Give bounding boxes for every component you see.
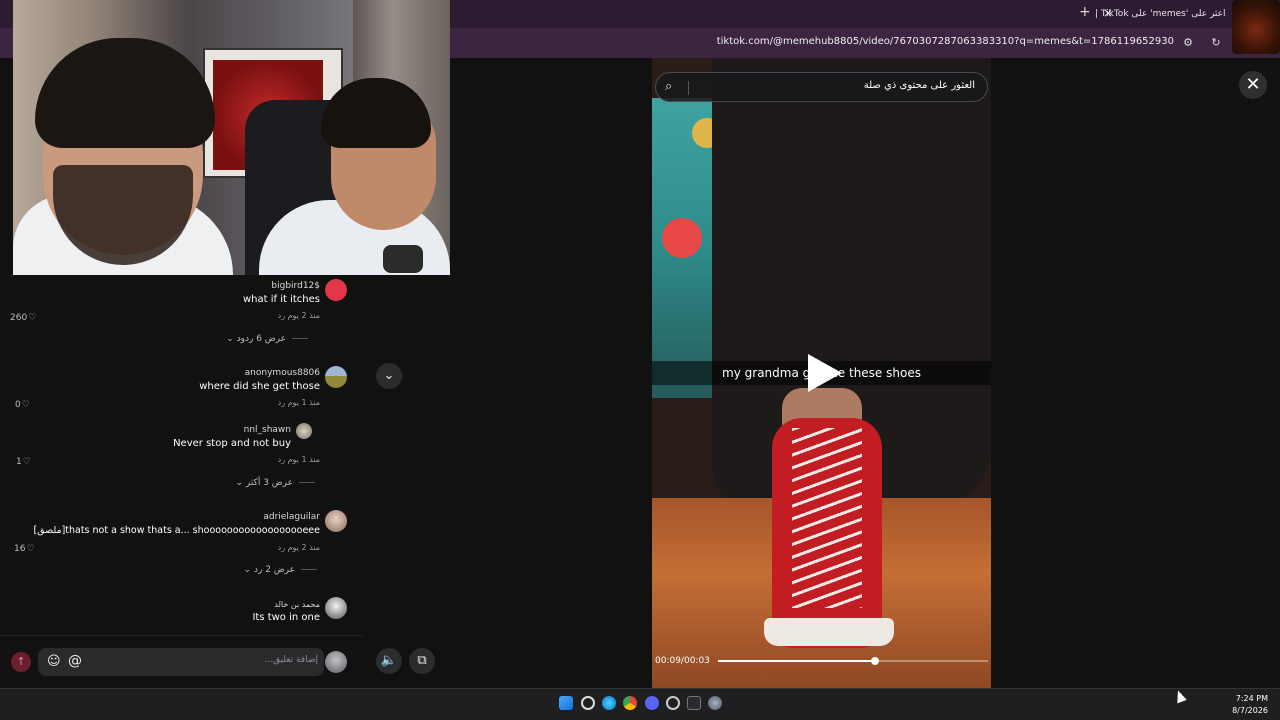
video-decor (662, 218, 702, 258)
url-field[interactable]: tiktok.com/@memehub8805/video/7670307287… (717, 36, 1174, 47)
comment-like[interactable]: 16♡ (14, 544, 35, 554)
comments-panel: bigbird12$ what if it itches منذ 2 يوم ر… (0, 275, 363, 635)
view-more-button[interactable]: عرض 3 أكثر ⌄ (235, 478, 315, 488)
video-player[interactable]: my grandma got me these shoes (652, 58, 991, 688)
clock-time: 7:24 PM (1235, 694, 1268, 703)
search-query: العثور على محتوى ذي صلة (863, 80, 975, 91)
chrome-icon[interactable] (623, 696, 637, 710)
search-icon[interactable]: ⌕ (665, 79, 672, 94)
comment-avatar[interactable] (325, 279, 347, 301)
play-icon[interactable] (808, 354, 842, 392)
heart-icon: ♡ (26, 544, 35, 554)
screen: + × اعثر على 'memes' على TikTok | ⌄ tikt… (0, 0, 1280, 720)
new-tab-button[interactable]: + (1079, 4, 1091, 20)
view-replies-button[interactable]: عرض 6 ردود ⌄ (226, 334, 308, 344)
emoji-icon[interactable]: ☺ (47, 654, 61, 669)
comment-text: [ملصق]thats not a show thats a... shoooo… (33, 525, 320, 536)
terminal-icon[interactable] (687, 696, 701, 710)
picture-in-picture-icon[interactable]: ⧉ (409, 648, 435, 674)
heart-icon: ♡ (21, 400, 30, 410)
comment-meta-reply[interactable]: منذ 1 يوم رد (278, 455, 320, 464)
site-settings-icon[interactable]: ⚙ (1180, 35, 1196, 51)
comment-avatar[interactable] (325, 597, 347, 619)
comment-text: where did she get those (199, 381, 320, 392)
like-count: 260 (10, 313, 28, 323)
browser-tab[interactable]: اعثر على 'memes' على TikTok | (1095, 2, 1250, 26)
comment-like[interactable]: 0♡ (15, 400, 30, 410)
clock-date: 8/7/2026 (1232, 706, 1268, 715)
comment-avatar[interactable] (296, 423, 312, 439)
like-count: 1 (16, 457, 22, 467)
taskbar (0, 688, 1280, 720)
obs-icon[interactable] (666, 696, 680, 710)
comment-username[interactable]: anonymous8806 (245, 368, 320, 378)
view-replies-button[interactable]: عرض 2 رد ⌄ (244, 565, 317, 575)
comment-username[interactable]: محمد بن خالد (274, 600, 320, 609)
comment-avatar[interactable] (325, 366, 347, 388)
comment-composer: ↑ ☺ @ إضافة تعليق... (0, 635, 363, 687)
comment-meta-reply[interactable]: منذ 2 يوم رد (278, 311, 320, 320)
divider-line (292, 338, 308, 339)
search-icon[interactable] (581, 696, 595, 710)
send-comment-button[interactable]: ↑ (11, 652, 31, 672)
comment-text: Its two in one (252, 612, 320, 623)
volume-icon[interactable]: 🔈 (376, 648, 402, 674)
settings-icon[interactable] (708, 696, 722, 710)
heart-icon: ♡ (28, 313, 37, 323)
chevron-down-icon: ⌄ (226, 334, 234, 344)
scroll-down-chevron-icon[interactable]: ⌄ (376, 363, 402, 389)
close-video-button[interactable]: ✕ (1239, 71, 1267, 99)
comment-meta-reply[interactable]: منذ 1 يوم رد (278, 398, 320, 407)
search-separator (688, 81, 689, 95)
divider-line (299, 482, 315, 483)
comment-text: Never stop and not buy (173, 438, 291, 449)
comment-avatar[interactable] (325, 510, 347, 532)
comment-text: what if it itches (243, 294, 320, 305)
view-replies-label: عرض 6 ردود (236, 334, 286, 344)
tab-title: اعثر على 'memes' على TikTok | (1095, 9, 1226, 19)
chevron-down-icon: ⌄ (235, 478, 243, 488)
video-time: 00:09/00:03 (655, 656, 710, 666)
comment-username[interactable]: adrielaguilar (263, 512, 320, 522)
start-menu-icon[interactable] (559, 696, 573, 710)
heart-icon: ♡ (22, 457, 31, 467)
view-replies-label: عرض 2 رد (253, 565, 295, 575)
system-clock[interactable]: 7:24 PM 8/7/2026 (1232, 693, 1268, 717)
video-sole (764, 618, 894, 646)
webcam-overlay (13, 0, 450, 275)
like-count: 0 (15, 400, 21, 410)
microphone (383, 245, 423, 273)
comment-like[interactable]: 1♡ (16, 457, 31, 467)
reload-icon[interactable]: ↻ (1208, 35, 1224, 51)
chevron-down-icon: ⌄ (243, 565, 252, 575)
video-progress-knob[interactable] (870, 657, 879, 665)
comment-like[interactable]: 260♡ (10, 313, 36, 323)
comment-input[interactable]: ☺ @ إضافة تعليق... (38, 648, 324, 676)
related-search-box[interactable]: ⌕ العثور على محتوى ذي صلة (655, 72, 988, 102)
comment-username[interactable]: nnl_shawn (244, 425, 291, 435)
video-progress-bar[interactable] (718, 657, 988, 665)
discord-icon[interactable] (645, 696, 659, 710)
comment-meta-reply[interactable]: منذ 2 يوم رد (278, 543, 320, 552)
comment-placeholder: إضافة تعليق... (264, 655, 318, 665)
mention-icon[interactable]: @ (68, 653, 82, 669)
lion-logo-overlay (1232, 0, 1280, 54)
person-left-hair (35, 38, 215, 148)
divider-line (301, 569, 317, 570)
comment-username[interactable]: bigbird12$ (271, 281, 320, 291)
video-laces (792, 428, 862, 608)
video-progress-fill (718, 660, 875, 662)
view-more-label: عرض 3 أكثر (245, 478, 293, 488)
edge-browser-icon[interactable] (602, 696, 616, 710)
user-avatar[interactable] (325, 651, 347, 673)
like-count: 16 (14, 544, 26, 554)
